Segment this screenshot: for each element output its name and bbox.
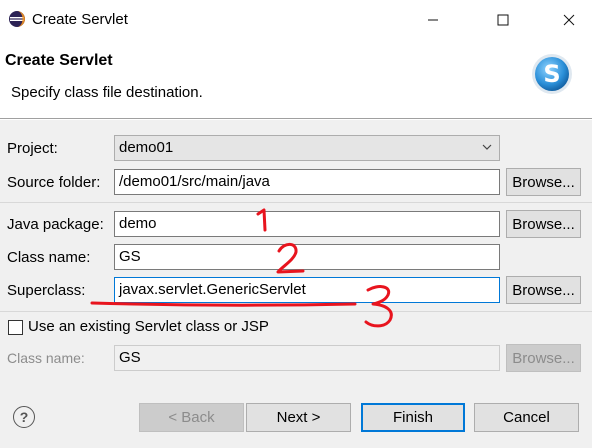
form-separator — [0, 202, 592, 203]
maximize-icon — [497, 14, 509, 26]
source-folder-browse-button[interactable]: Browse... — [506, 168, 581, 196]
project-combo[interactable]: demo01 — [114, 135, 500, 161]
existing-class-browse-button: Browse... — [506, 344, 581, 372]
class-name-input[interactable]: GS — [114, 244, 500, 270]
source-folder-input[interactable]: /demo01/src/main/java — [114, 169, 500, 195]
java-package-input[interactable]: demo — [114, 211, 500, 237]
superclass-label: Superclass: — [7, 282, 86, 299]
minimize-button[interactable] — [410, 0, 456, 40]
java-package-label: Java package: — [7, 216, 104, 233]
close-button[interactable] — [546, 0, 592, 40]
servlet-wizard-icon: S — [532, 54, 572, 94]
source-folder-label: Source folder: — [7, 174, 101, 191]
maximize-button[interactable] — [480, 0, 526, 40]
superclass-input[interactable]: javax.servlet.GenericServlet — [114, 277, 500, 303]
eclipse-icon — [9, 11, 25, 27]
existing-class-name-label: Class name: — [7, 350, 85, 366]
svg-text:S: S — [543, 60, 560, 88]
help-icon[interactable]: ? — [13, 406, 35, 428]
project-value: demo01 — [119, 139, 174, 156]
back-button: < Back — [139, 403, 244, 432]
finish-button[interactable]: Finish — [361, 403, 465, 432]
header-title: Create Servlet — [5, 52, 113, 69]
cancel-button[interactable]: Cancel — [474, 403, 579, 432]
close-icon — [563, 14, 575, 26]
next-button[interactable]: Next > — [246, 403, 351, 432]
project-label: Project: — [7, 140, 58, 157]
existing-class-checkbox[interactable] — [8, 320, 23, 335]
header-description: Specify class file destination. — [11, 84, 203, 101]
existing-class-name-input: GS — [114, 345, 500, 371]
class-name-label: Class name: — [7, 249, 91, 266]
form-separator-2 — [0, 311, 592, 312]
window-title: Create Servlet — [32, 11, 128, 28]
minimize-icon — [428, 19, 438, 21]
java-package-browse-button[interactable]: Browse... — [506, 210, 581, 238]
chevron-down-icon — [481, 139, 493, 159]
existing-class-checkbox-label[interactable]: Use an existing Servlet class or JSP — [28, 318, 269, 335]
superclass-browse-button[interactable]: Browse... — [506, 276, 581, 304]
